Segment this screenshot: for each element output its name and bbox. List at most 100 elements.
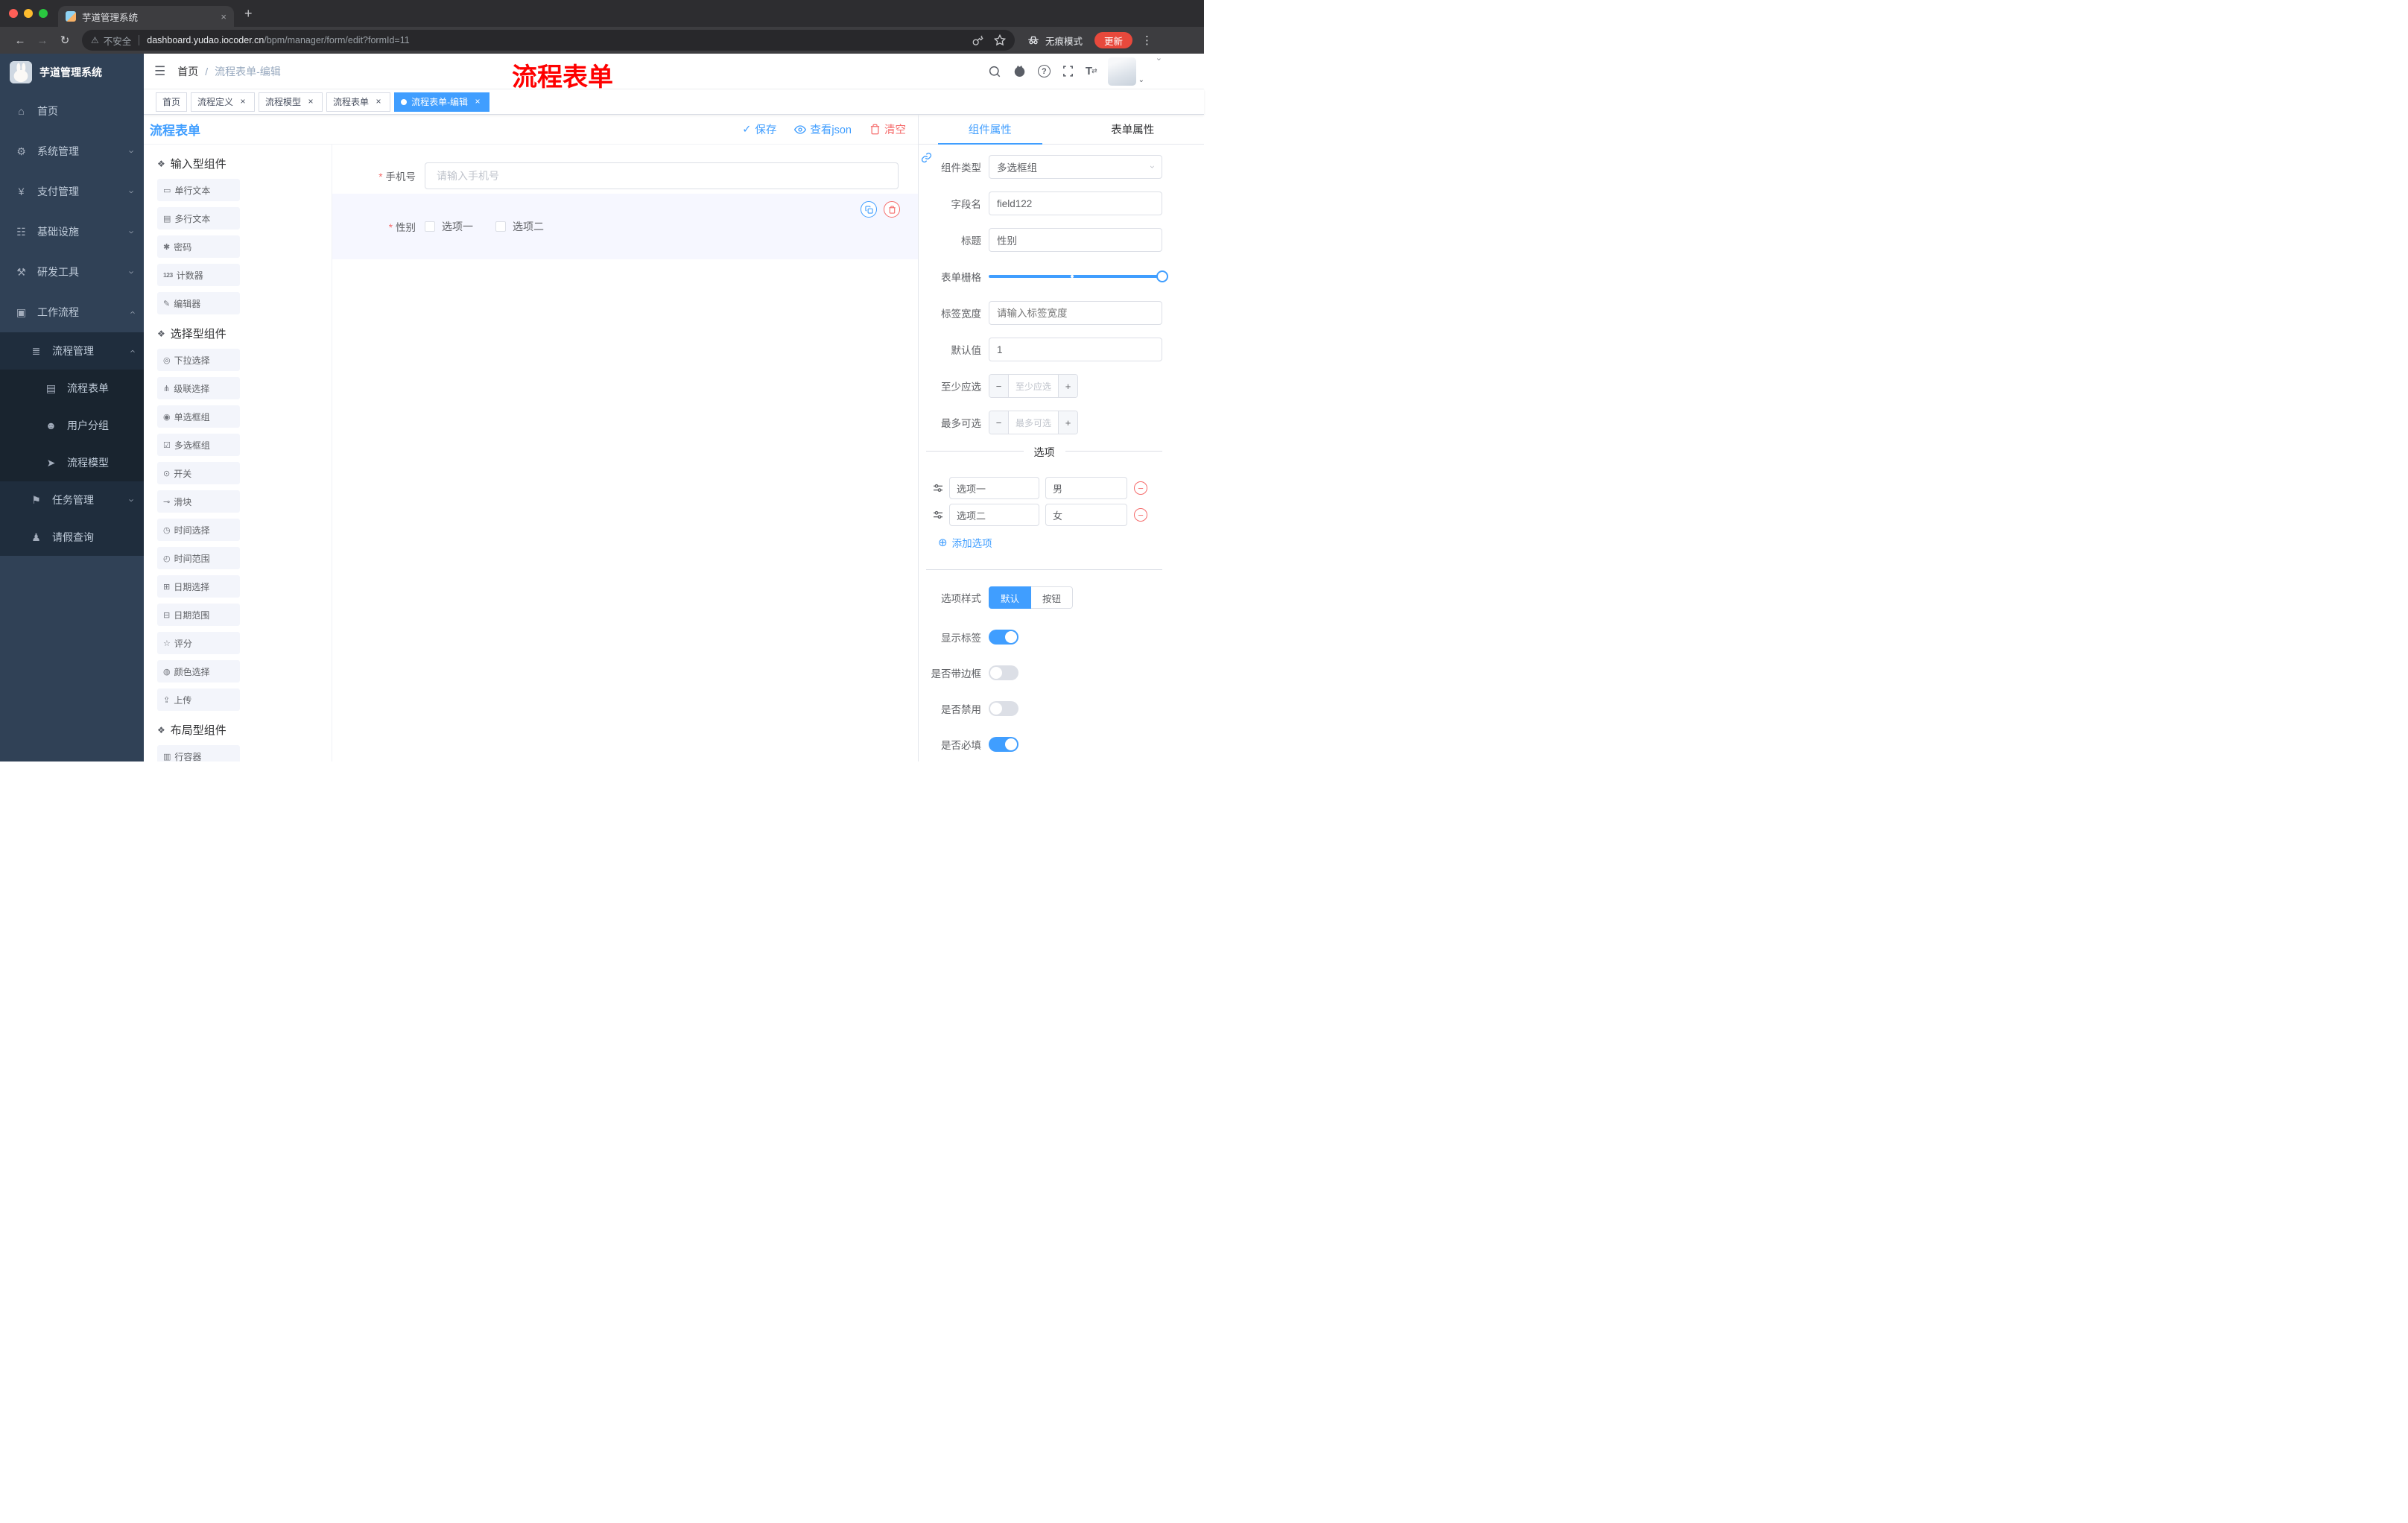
password-key-icon[interactable] (972, 35, 983, 46)
remove-option-button[interactable]: − (1134, 481, 1147, 495)
sidebar-item-leave-query[interactable]: ♟ 请假查询 (0, 519, 144, 556)
close-icon[interactable]: × (305, 96, 316, 107)
remove-option-button[interactable]: − (1134, 508, 1147, 522)
palette-item-checkbox-group[interactable]: ☑ 多选框组 (157, 434, 240, 456)
url-bar[interactable]: ⚠ 不安全 dashboard.yudao.iocoder.cn /bpm/ma… (82, 30, 1015, 51)
option2-name-input[interactable] (949, 504, 1039, 526)
tag-process-form-edit[interactable]: 流程表单-编辑 × (394, 92, 490, 112)
close-icon[interactable]: × (238, 96, 248, 107)
sidebar-item-home[interactable]: ⌂ 首页 (0, 91, 144, 131)
palette-item-counter[interactable]: 123 计数器 (157, 264, 240, 286)
option1-value-input[interactable] (1045, 477, 1127, 499)
user-menu[interactable]: ⌄ (1107, 57, 1144, 86)
close-icon[interactable]: × (373, 96, 384, 107)
default-value-input[interactable] (989, 338, 1162, 361)
sidebar-item-process-form[interactable]: ▤ 流程表单 (0, 370, 144, 407)
clear-button[interactable]: 清空 (869, 121, 906, 137)
slider-track[interactable] (989, 270, 1168, 282)
increase-button[interactable]: + (1058, 411, 1077, 434)
drag-handle-icon[interactable] (932, 509, 944, 521)
sidebar-item-process-model[interactable]: ➤ 流程模型 (0, 444, 144, 481)
palette-item-select[interactable]: ◎ 下拉选择 (157, 349, 240, 371)
sidebar-item-process-management[interactable]: ≣ 流程管理 › (0, 332, 144, 370)
tag-process-definition[interactable]: 流程定义 × (191, 92, 256, 112)
drag-handle-icon[interactable] (932, 482, 944, 494)
sidebar-item-workflow[interactable]: ▣ 工作流程 › (0, 292, 144, 332)
font-size-icon[interactable]: T ⇄ (1086, 65, 1097, 77)
sidebar-item-dev-tools[interactable]: ⚒ 研发工具 › (0, 252, 144, 292)
minimize-window-button[interactable] (24, 9, 33, 18)
close-icon[interactable]: × (472, 96, 483, 107)
back-icon[interactable]: ← (9, 34, 31, 47)
canvas-field-gender-selected[interactable]: 性别 选项一 选项二 (332, 194, 918, 259)
palette-item-date-picker[interactable]: ⊞ 日期选择 (157, 575, 240, 598)
palette-item-rate[interactable]: ☆ 评分 (157, 632, 240, 654)
bookmark-star-icon[interactable] (994, 34, 1006, 46)
palette-item-slider[interactable]: ⊸ 滑块 (157, 490, 240, 513)
gender-option2-checkbox[interactable]: 选项二 (495, 219, 544, 234)
close-window-button[interactable] (9, 9, 18, 18)
palette-item-switch[interactable]: ⊙ 开关 (157, 462, 240, 484)
delete-component-button[interactable] (884, 201, 900, 218)
slider-handle[interactable] (1156, 270, 1168, 282)
new-tab-button[interactable]: + (244, 6, 253, 22)
disabled-toggle[interactable] (989, 701, 1018, 716)
breadcrumb-home[interactable]: 首页 (177, 64, 198, 79)
option1-name-input[interactable] (949, 477, 1039, 499)
browser-menu-icon[interactable]: ⋮ (1141, 34, 1153, 47)
sidebar-item-payment-management[interactable]: ¥ 支付管理 › (0, 171, 144, 212)
grid-slider[interactable] (989, 265, 1168, 288)
palette-item-cascader[interactable]: ⋔ 级联选择 (157, 377, 240, 399)
title-input[interactable] (989, 228, 1162, 252)
tag-process-model[interactable]: 流程模型 × (259, 92, 323, 112)
sidebar-item-task-management[interactable]: ⚑ 任务管理 › (0, 481, 144, 519)
show-label-toggle[interactable] (989, 630, 1018, 645)
decrease-button[interactable]: − (989, 411, 1009, 434)
palette-item-upload[interactable]: ⇪ 上传 (157, 688, 240, 711)
sidebar-item-user-group[interactable]: ☻ 用户分组 (0, 407, 144, 444)
palette-item-color-picker[interactable]: ◍ 颜色选择 (157, 660, 240, 683)
palette-item-time-range[interactable]: ◴ 时间范围 (157, 547, 240, 569)
canvas-field-phone[interactable]: 手机号 (332, 162, 918, 189)
maximize-window-button[interactable] (39, 9, 48, 18)
save-button[interactable]: ✓ 保存 (742, 121, 776, 137)
palette-item-time-picker[interactable]: ◷ 时间选择 (157, 519, 240, 541)
label-width-input[interactable] (989, 301, 1162, 325)
search-icon[interactable] (988, 65, 1001, 78)
bordered-toggle[interactable] (989, 665, 1018, 680)
palette-item-row-container[interactable]: ▥ 行容器 (157, 745, 240, 762)
tag-home[interactable]: 首页 (156, 92, 188, 112)
sidebar-item-infrastructure[interactable]: ☷ 基础设施 › (0, 212, 144, 252)
duplicate-component-button[interactable] (861, 201, 877, 218)
sidebar-item-system-management[interactable]: ⚙ 系统管理 › (0, 131, 144, 171)
reload-icon[interactable]: ↻ (54, 34, 76, 47)
palette-item-password[interactable]: ✱ 密码 (157, 235, 240, 258)
palette-item-radio-group[interactable]: ◉ 单选框组 (157, 405, 240, 428)
avatar[interactable] (1107, 57, 1136, 86)
style-default-button[interactable]: 默认 (989, 586, 1032, 609)
palette-item-single-line-text[interactable]: ▭ 单行文本 (157, 179, 240, 201)
forward-icon[interactable]: → (31, 34, 54, 47)
link-icon[interactable] (921, 152, 932, 163)
update-button[interactable]: 更新 (1094, 32, 1133, 48)
component-type-select[interactable]: 多选框组 › (989, 155, 1162, 179)
phone-input[interactable] (425, 162, 899, 189)
sidebar-toggle-icon[interactable]: ☰ (154, 64, 165, 79)
field-name-input[interactable] (989, 191, 1162, 215)
style-button-button[interactable]: 按钮 (1031, 586, 1074, 609)
tag-process-form[interactable]: 流程表单 × (326, 92, 391, 112)
palette-item-rich-editor[interactable]: ✎ 编辑器 (157, 292, 240, 314)
max-select-value[interactable]: 最多可选 (1009, 411, 1058, 434)
github-icon[interactable] (1013, 64, 1027, 78)
help-icon[interactable]: ? (1037, 65, 1051, 77)
tab-close-icon[interactable]: × (221, 11, 226, 22)
palette-item-multi-line-text[interactable]: ▤ 多行文本 (157, 207, 240, 229)
required-toggle[interactable] (989, 737, 1018, 752)
tab-form-props[interactable]: 表单属性 (1062, 115, 1205, 144)
min-select-value[interactable]: 至少应选 (1009, 375, 1058, 397)
browser-tab[interactable]: 芋道管理系统 × (58, 6, 234, 27)
option2-value-input[interactable] (1045, 504, 1127, 526)
palette-item-date-range[interactable]: ⊟ 日期范围 (157, 604, 240, 626)
view-json-button[interactable]: 查看json (794, 121, 852, 137)
add-option-button[interactable]: ⊕ 添加选项 (938, 535, 1162, 550)
